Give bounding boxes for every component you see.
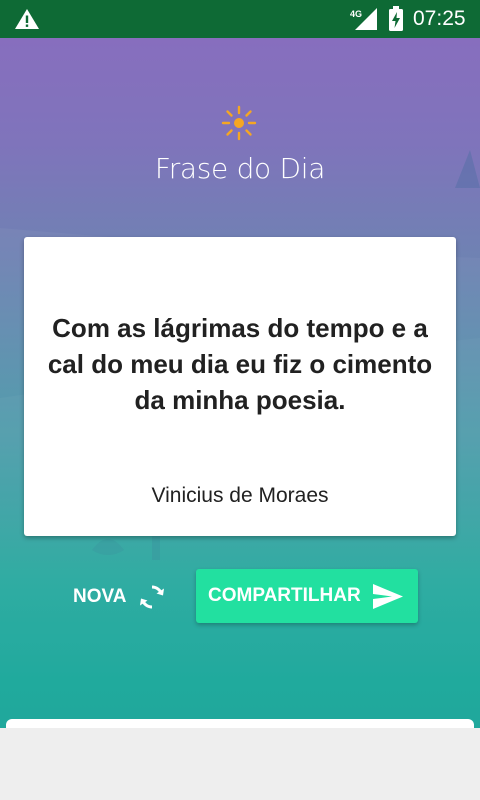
sun-icon (221, 105, 257, 141)
page-title: Frase do Dia (154, 152, 326, 185)
share-button[interactable]: COMPARTILHAR (196, 569, 418, 623)
refresh-icon (140, 585, 165, 609)
new-quote-label: NOVA (73, 586, 127, 607)
status-bar: 4G 07:25 (0, 0, 480, 38)
warning-icon (15, 9, 39, 29)
status-time: 07:25 (413, 7, 466, 30)
new-quote-button[interactable]: NOVA (66, 573, 176, 621)
quote-card: Com as lágrimas do tempo e a cal do meu … (24, 237, 456, 536)
send-icon (373, 584, 403, 609)
quote-author: Vinicius de Moraes (151, 484, 329, 507)
network-type-label: 4G (350, 9, 362, 19)
app-screen: 4G 07:25 Frase do Dia Com as lágrimas do… (0, 0, 480, 800)
quote-text: Com as lágrimas do tempo e a cal do meu … (47, 313, 433, 415)
bottom-sheet (0, 728, 480, 800)
signal-icon: 4G (350, 8, 377, 30)
share-label: COMPARTILHAR (208, 585, 361, 606)
battery-charging-icon (389, 6, 403, 31)
